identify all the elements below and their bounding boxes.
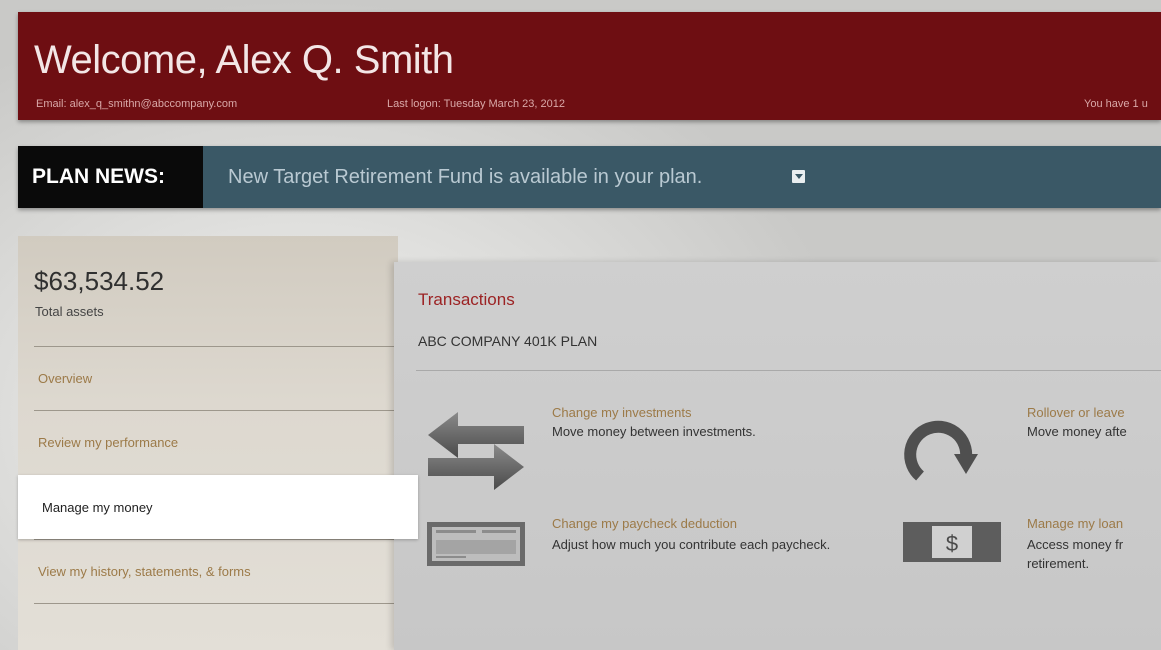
- expand-arrow-icon[interactable]: [792, 170, 805, 183]
- sidebar-item-label: View my history, statements, & forms: [38, 564, 251, 579]
- txn-desc-change-investments: Move money between investments.: [552, 424, 756, 439]
- paycheck-icon[interactable]: [426, 520, 526, 570]
- txn-desc-paycheck-deduction: Adjust how much you contribute each payc…: [552, 537, 831, 552]
- exchange-arrows-icon[interactable]: [426, 410, 526, 492]
- plan-news-label: PLAN NEWS:: [18, 146, 203, 208]
- txn-title-rollover[interactable]: Rollover or leave: [1027, 405, 1125, 420]
- sidebar-item-overview[interactable]: Overview: [34, 346, 398, 410]
- total-assets-value: $63,534.52: [34, 266, 165, 296]
- txn-title-manage-loan[interactable]: Manage my loan: [1027, 516, 1123, 531]
- plan-news-message[interactable]: New Target Retirement Fund is available …: [228, 146, 702, 208]
- sidebar-item-label: Review my performance: [38, 435, 179, 450]
- welcome-header: Welcome, Alex Q. Smith Email: alex_q_smi…: [18, 12, 1161, 120]
- section-divider: [416, 370, 1161, 371]
- plan-news-bar: PLAN NEWS: New Target Retirement Fund is…: [18, 146, 1161, 208]
- sidebar-divider: [34, 603, 398, 604]
- sidebar: $63,534.52 Total assets Overview Review …: [18, 236, 418, 650]
- circular-arrow-icon[interactable]: [902, 414, 982, 494]
- txn-desc-rollover: Move money afte: [1027, 424, 1127, 439]
- txn-title-change-investments[interactable]: Change my investments: [552, 405, 691, 420]
- user-email: Email: alex_q_smithn@abccompany.com: [36, 98, 238, 110]
- sidebar-item-manage-money[interactable]: Manage my money: [18, 475, 418, 539]
- dollar-bill-icon[interactable]: $: [902, 520, 1002, 566]
- total-assets-label: Total assets: [35, 304, 104, 319]
- plan-name: ABC COMPANY 401K PLAN: [418, 333, 598, 349]
- sidebar-item-history-statements[interactable]: View my history, statements, & forms: [34, 539, 398, 603]
- svg-text:$: $: [946, 531, 958, 556]
- last-logon: Last logon: Tuesday March 23, 2012: [387, 98, 565, 110]
- sidebar-item-review-performance[interactable]: Review my performance: [34, 410, 398, 474]
- transactions-panel: Transactions ABC COMPANY 401K PLAN Chang…: [394, 262, 1161, 650]
- txn-title-paycheck-deduction[interactable]: Change my paycheck deduction: [552, 516, 737, 531]
- notification-text[interactable]: You have 1 u: [1084, 98, 1148, 110]
- txn-desc-manage-loan: Access money fr retirement.: [1027, 537, 1124, 571]
- section-title: Transactions: [418, 290, 515, 309]
- sidebar-item-label: Overview: [38, 371, 93, 386]
- sidebar-item-label: Manage my money: [42, 499, 153, 515]
- welcome-title: Welcome, Alex Q. Smith: [34, 38, 454, 82]
